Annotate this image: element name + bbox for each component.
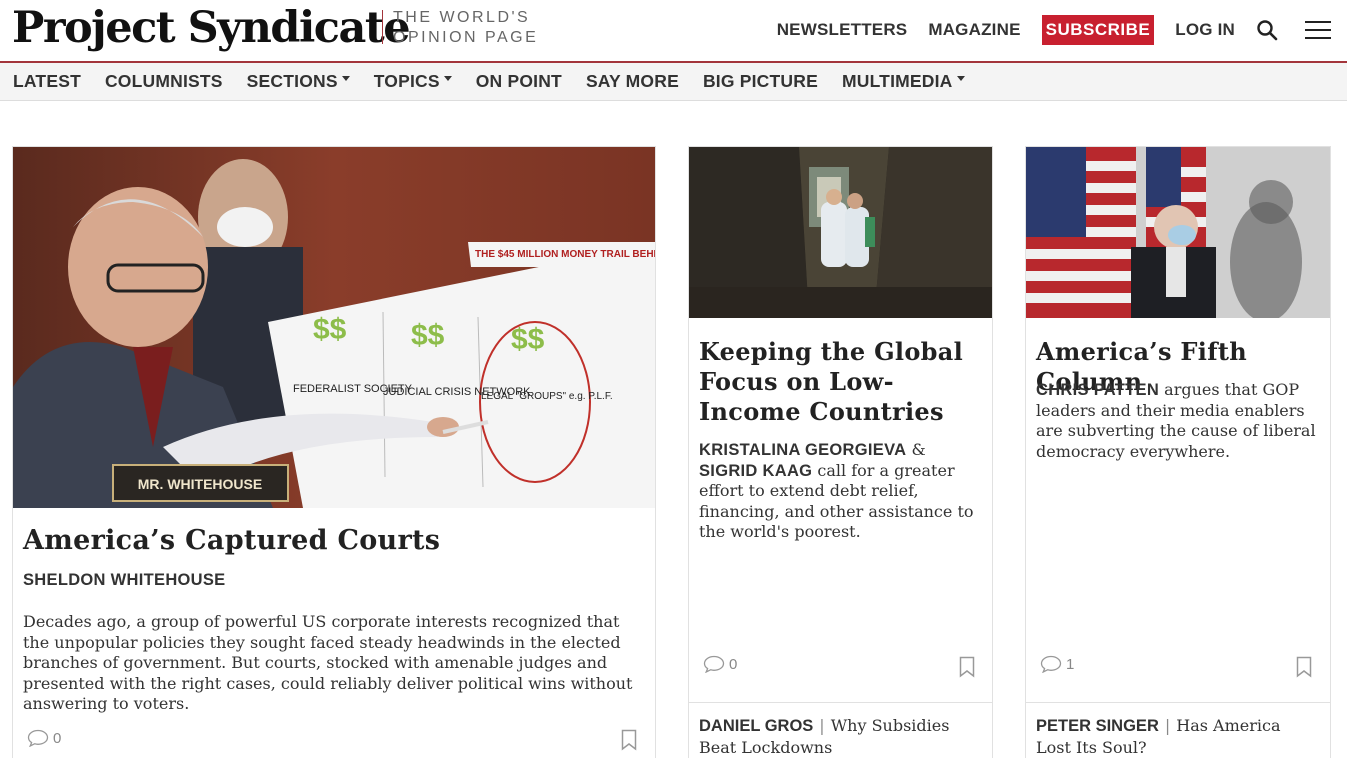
header-links: NEWSLETTERS MAGAZINE SUBSCRIBE LOG IN	[777, 14, 1347, 46]
comment-count-value: 1	[1066, 655, 1075, 673]
article-headline[interactable]: America’s Captured Courts	[23, 525, 440, 556]
svg-text:$$: $$	[313, 313, 347, 346]
image-placard: MR. WHITEHOUSE	[138, 476, 262, 492]
nav-on-point[interactable]: ON POINT	[476, 71, 562, 92]
nav-latest[interactable]: LATEST	[13, 71, 81, 92]
article-image-2[interactable]	[689, 147, 992, 318]
article-card-2[interactable]: Keeping the Global Focus on Low-Income C…	[688, 146, 993, 758]
article-author[interactable]: CHRIS PATTEN	[1036, 381, 1159, 399]
nav-big-picture-label: BIG PICTURE	[702, 71, 818, 91]
article-author[interactable]: SIGRID KAAG	[699, 462, 812, 480]
nav-topics[interactable]: TOPICS	[374, 71, 452, 92]
comment-count[interactable]: 0	[703, 655, 737, 673]
tagline-line-1: THE WORLD'S	[393, 9, 531, 26]
search-icon[interactable]	[1256, 19, 1278, 41]
article-image-3[interactable]	[1026, 147, 1330, 318]
nav-sections[interactable]: SECTIONS	[247, 71, 350, 92]
newsletters-link[interactable]: NEWSLETTERS	[777, 20, 908, 40]
article-summary: CHRIS PATTEN argues that GOP leaders and…	[1036, 380, 1316, 462]
featured-article-image[interactable]: THE $45 MILLION MONEY TRAIL BEHIND JAN $…	[13, 147, 655, 508]
comment-count-value: 0	[729, 655, 738, 673]
site-logo[interactable]: Project Syndicate	[12, 2, 411, 54]
nav-big-picture[interactable]: BIG PICTURE	[703, 71, 818, 92]
nav-columnists-label: COLUMNISTS	[104, 71, 223, 91]
bookmark-icon[interactable]	[1296, 656, 1312, 678]
related-article[interactable]: PETER SINGER | Has America Lost Its Soul?	[1026, 702, 1330, 758]
article-author[interactable]: SHELDON WHITEHOUSE	[23, 571, 226, 590]
comment-count[interactable]: 0	[27, 729, 61, 747]
site-header: Project Syndicate THE WORLD'S OPINION PA…	[0, 0, 1347, 63]
comment-count[interactable]: 1	[1040, 655, 1074, 673]
login-link[interactable]: LOG IN	[1175, 20, 1235, 40]
article-summary: Decades ago, a group of powerful US corp…	[23, 612, 633, 713]
magazine-link[interactable]: MAGAZINE	[928, 20, 1020, 40]
article-card-3[interactable]: America’s Fifth Column CHRIS PATTEN argu…	[1025, 146, 1331, 758]
caret-down-icon	[956, 76, 965, 81]
nav-sections-label: SECTIONS	[246, 71, 338, 91]
image-chart-title: THE $45 MILLION MONEY TRAIL BEHIND JAN	[475, 249, 655, 260]
subscribe-button[interactable]: SUBSCRIBE	[1041, 15, 1155, 45]
image-label-3: LEGAL "GROUPS" e.g. P.L.F.	[481, 391, 613, 402]
article-headline[interactable]: Keeping the Global Focus on Low-Income C…	[699, 337, 989, 427]
site-tagline: THE WORLD'S OPINION PAGE	[393, 8, 538, 48]
comment-icon	[703, 655, 725, 673]
separator: |	[819, 716, 825, 735]
related-author[interactable]: DANIEL GROS	[699, 717, 813, 735]
article-summary: KRISTALINA GEORGIEVA & SIGRID KAAG call …	[699, 440, 979, 543]
section-nav: LATEST COLUMNISTS SECTIONS TOPICS ON POI…	[0, 63, 1347, 101]
nav-columnists[interactable]: COLUMNISTS	[105, 71, 223, 92]
nav-topics-label: TOPICS	[373, 71, 440, 91]
bookmark-icon[interactable]	[959, 656, 975, 678]
article-author[interactable]: KRISTALINA GEORGIEVA	[699, 441, 906, 459]
nav-multimedia[interactable]: MULTIMEDIA	[842, 71, 965, 92]
featured-article-card[interactable]: THE $45 MILLION MONEY TRAIL BEHIND JAN $…	[12, 146, 656, 758]
related-author[interactable]: PETER SINGER	[1036, 717, 1159, 735]
comment-icon	[27, 729, 49, 747]
nav-multimedia-label: MULTIMEDIA	[841, 71, 953, 91]
tagline-line-2: OPINION PAGE	[393, 29, 539, 46]
hamburger-menu-icon[interactable]	[1305, 21, 1331, 39]
nav-say-more[interactable]: SAY MORE	[586, 71, 679, 92]
author-ampersand: &	[911, 440, 926, 459]
comment-count-value: 0	[53, 729, 62, 747]
separator: |	[1164, 716, 1171, 735]
svg-text:$$: $$	[411, 319, 445, 352]
svg-text:$$: $$	[511, 323, 545, 356]
comment-icon	[1040, 655, 1062, 673]
bookmark-icon[interactable]	[621, 729, 637, 751]
nav-on-point-label: ON POINT	[475, 71, 562, 91]
related-article[interactable]: DANIEL GROS | Why Subsidies Beat Lockdowns	[689, 702, 992, 758]
caret-down-icon	[443, 76, 452, 81]
nav-latest-label: LATEST	[13, 71, 81, 91]
nav-say-more-label: SAY MORE	[585, 71, 679, 91]
caret-down-icon	[341, 76, 350, 81]
logo-divider	[382, 10, 383, 44]
